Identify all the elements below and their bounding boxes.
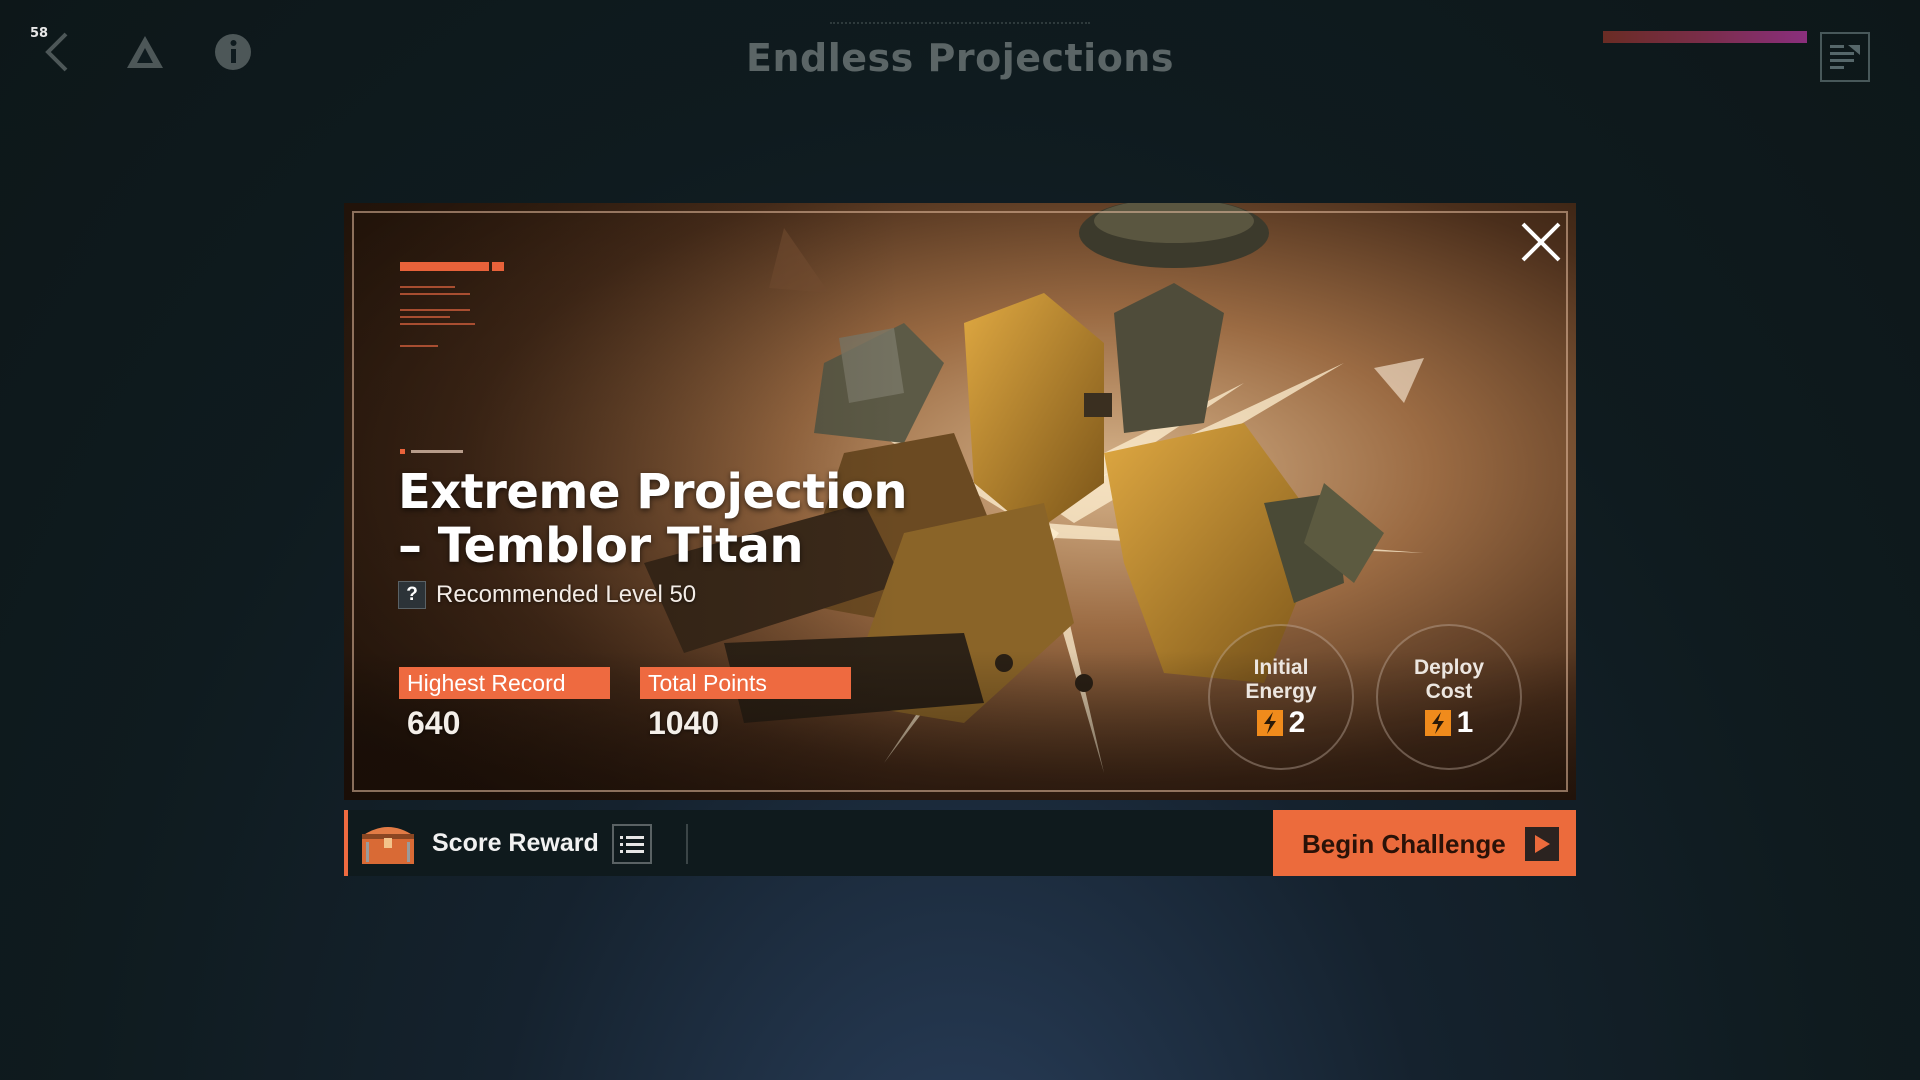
deploy-cost-badge: Deploy Cost 1 [1376, 624, 1522, 770]
highest-record-label: Highest Record [399, 667, 610, 699]
initial-energy-badge: Initial Energy 2 [1208, 624, 1354, 770]
list-icon [620, 836, 644, 853]
decorative-bar [400, 262, 504, 271]
stage-title-line2: – Temblor Titan [398, 518, 804, 574]
divider [686, 824, 688, 864]
reward-list-button[interactable] [612, 824, 652, 864]
recommended-level-label: Recommended Level 50 [436, 581, 697, 608]
reward-chest-icon[interactable] [358, 818, 418, 868]
initial-energy-label-2: Energy [1245, 680, 1317, 703]
decorative-code [1700, 48, 1808, 70]
recommended-level: ? Recommended Level 50 [398, 581, 696, 609]
deploy-cost-label-1: Deploy [1413, 656, 1484, 679]
document-list-icon [1830, 45, 1860, 69]
total-points-label: Total Points [640, 667, 851, 699]
decorative-code-lines [400, 286, 500, 352]
play-arrow-icon [1525, 827, 1559, 861]
close-button[interactable] [1516, 217, 1566, 267]
title-decoration [830, 22, 1090, 28]
help-icon[interactable]: ? [398, 581, 426, 609]
menu-button[interactable] [1820, 32, 1870, 82]
progress-gradient-bar [1603, 31, 1807, 43]
initial-energy-value: 2 [1288, 706, 1306, 739]
stage-title-line1: Extreme Projection [398, 464, 908, 520]
accent-stripe [344, 810, 348, 876]
deploy-cost-label-2: Cost [1425, 680, 1473, 703]
energy-bolt-icon [1256, 710, 1283, 736]
deploy-cost-value: 1 [1456, 706, 1474, 739]
begin-challenge-label: Begin Challenge [1302, 829, 1506, 859]
stage-detail-modal: Extreme Projection – Temblor Titan ? Rec… [344, 203, 1576, 800]
decorative-tag [400, 449, 463, 454]
total-points-value: 1040 [648, 705, 720, 741]
action-bar: Score Reward Begin Challenge [344, 810, 1576, 876]
highest-record-value: 640 [407, 705, 461, 741]
score-reward-label[interactable]: Score Reward [432, 829, 599, 858]
begin-challenge-button[interactable]: Begin Challenge [1273, 810, 1576, 876]
energy-bolt-icon [1424, 710, 1451, 736]
initial-energy-label-1: Initial [1253, 656, 1309, 679]
close-icon [1521, 222, 1561, 262]
stage-title: Extreme Projection – Temblor Titan [398, 465, 958, 573]
